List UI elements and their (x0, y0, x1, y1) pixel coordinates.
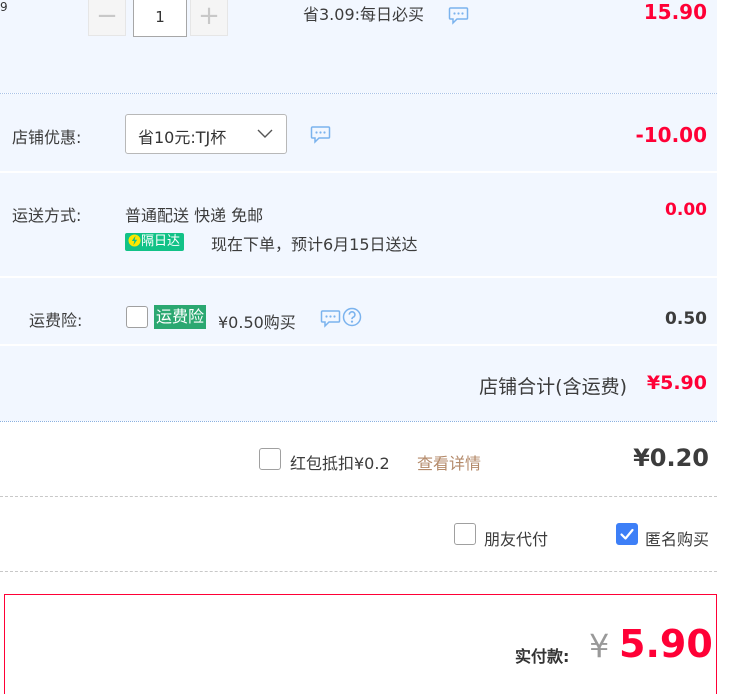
quantity-input[interactable]: 1 (133, 0, 187, 37)
lightning-icon (128, 234, 141, 247)
anonymous-checkbox[interactable] (616, 523, 638, 545)
divider (0, 571, 717, 572)
red-packet-checkbox[interactable] (259, 448, 281, 470)
shipping-amount: 0.00 (665, 200, 707, 220)
item-savings-text: 省3.09:每日必买 (303, 5, 425, 24)
chevron-down-icon (257, 129, 273, 138)
message-icon[interactable] (448, 6, 469, 25)
final-payment-box: 实付款: ¥ 5.90 (4, 594, 717, 694)
delivery-eta: 现在下单，预计6月15日送达 (211, 235, 418, 254)
insurance-price-text: ¥0.50购买 (218, 313, 296, 332)
next-day-badge: 隔日达 (125, 233, 185, 251)
quantity-increase-button[interactable]: + (190, 0, 228, 36)
insurance-checkbox[interactable] (126, 306, 148, 328)
payment-currency: ¥ (589, 627, 610, 665)
shipping-label: 运送方式: (12, 206, 82, 225)
friend-pay-label: 朋友代付 (484, 530, 549, 549)
red-packet-row: 红包抵扣¥0.2 查看详情 ¥0.20 (0, 422, 717, 496)
message-icon[interactable] (320, 309, 341, 328)
payment-amount: 5.90 (619, 622, 713, 666)
red-packet-amount: ¥0.20 (633, 444, 709, 472)
payment-label: 实付款: (515, 647, 570, 666)
red-packet-label: 红包抵扣¥0.2 (290, 454, 390, 473)
insurance-amount: 0.50 (665, 309, 707, 329)
red-packet-details-link[interactable]: 查看详情 (417, 450, 481, 474)
item-subtotal: 15.90 (643, 0, 707, 24)
shop-discount-label: 店铺优惠: (12, 128, 82, 147)
next-day-badge-text: 隔日达 (141, 234, 181, 249)
help-icon[interactable] (342, 307, 362, 327)
message-icon[interactable] (310, 125, 331, 144)
shop-total-amount: ¥5.90 (646, 372, 707, 394)
friend-pay-checkbox[interactable] (454, 523, 476, 545)
shipping-insurance-row: 运费险: 运费险 ¥0.50购买 0.50 (0, 278, 717, 344)
shop-discount-select[interactable]: 省10元:TJ杯 (125, 114, 287, 154)
shop-discount-row: 店铺优惠: 省10元:TJ杯 -10.00 (0, 94, 717, 171)
checkmark-icon (620, 528, 634, 540)
shop-total-row: 店铺合计(含运费) ¥5.90 (0, 346, 717, 421)
item-edge-text: 9 (0, 0, 8, 14)
shop-discount-selected-value: 省10元:TJ杯 (138, 128, 227, 147)
anonymous-label: 匿名购买 (645, 530, 710, 549)
shipping-row: 运送方式: 普通配送 快递 免邮 隔日达 现在下单，预计6月15日送达 0.00 (0, 173, 717, 276)
insurance-tag: 运费险 (154, 305, 207, 329)
payment-options-row: 朋友代付 匿名购买 (0, 497, 733, 571)
order-item-row: 9 − 1 + 省3.09:每日必买 15.90 (0, 0, 717, 93)
quantity-decrease-button[interactable]: − (88, 0, 126, 36)
insurance-label: 运费险: (29, 311, 83, 330)
shipping-method: 普通配送 快递 免邮 (125, 206, 264, 225)
shop-discount-amount: -10.00 (635, 123, 707, 147)
shop-total-label: 店铺合计(含运费) (479, 376, 627, 398)
